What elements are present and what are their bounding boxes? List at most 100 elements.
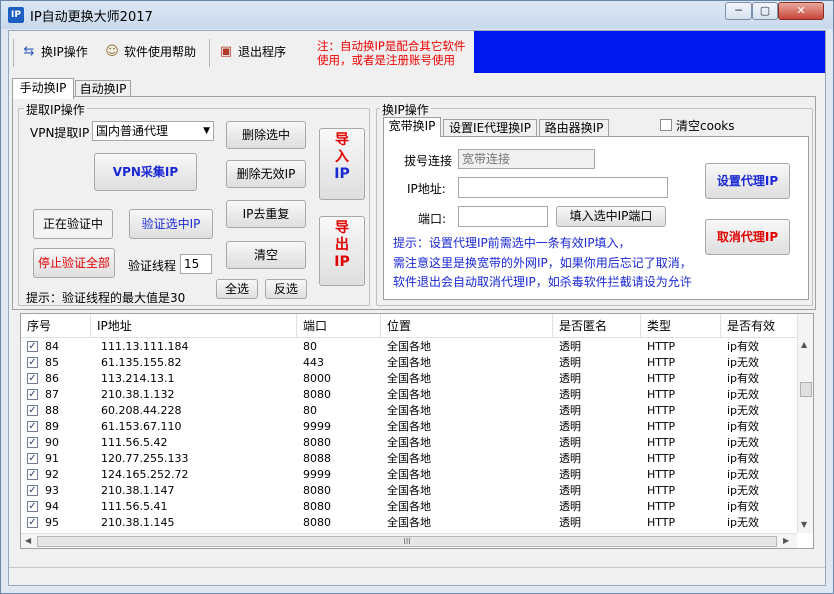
- table-row[interactable]: ✓ 91 120.77.255.133 8088 全国各地 透明 HTTP ip有效: [21, 451, 797, 467]
- horizontal-scrollbar[interactable]: ◀ III ▶: [21, 533, 797, 548]
- table-cell: 94: [45, 500, 59, 513]
- column-header-port[interactable]: 端口: [297, 314, 381, 338]
- table-cell: ip有效: [727, 452, 760, 465]
- scroll-thumb[interactable]: [800, 382, 812, 397]
- invert-select-button[interactable]: 反选: [265, 279, 307, 299]
- select-all-button[interactable]: 全选: [216, 279, 258, 299]
- table-cell: ip无效: [727, 436, 760, 449]
- maximize-button[interactable]: ▢: [752, 2, 778, 20]
- table-cell: ip无效: [727, 388, 760, 401]
- row-checkbox[interactable]: ✓: [27, 437, 38, 448]
- table-row[interactable]: ✓ 93 210.38.1.147 8080 全国各地 透明 HTTP ip无效: [21, 483, 797, 499]
- tab-router[interactable]: 路由器换IP: [539, 119, 609, 136]
- table-cell: HTTP: [647, 500, 676, 513]
- dial-label: 拔号连接: [404, 154, 453, 168]
- table-cell: ip无效: [727, 468, 760, 481]
- table-row[interactable]: ✓ 95 210.38.1.145 8080 全国各地 透明 HTTP ip无效: [21, 515, 797, 531]
- port-input[interactable]: [458, 206, 548, 227]
- scroll-down-icon[interactable]: ▼: [801, 520, 807, 529]
- table-cell: 透明: [559, 436, 581, 449]
- table-cell: HTTP: [647, 372, 676, 385]
- column-header-valid[interactable]: 是否有效: [721, 314, 797, 338]
- table-row[interactable]: ✓ 86 113.214.13.1 8000 全国各地 透明 HTTP ip有效: [21, 371, 797, 387]
- table-cell: 透明: [559, 516, 581, 529]
- exit-button[interactable]: ▣ 退出程序: [218, 41, 286, 63]
- row-checkbox[interactable]: ✓: [27, 517, 38, 528]
- verifying-button[interactable]: 正在验证中: [33, 209, 113, 239]
- column-header-ip[interactable]: IP地址: [91, 314, 297, 338]
- scroll-left-icon[interactable]: ◀: [25, 536, 31, 545]
- dedupe-button[interactable]: IP去重复: [226, 200, 306, 228]
- export-ip-button[interactable]: 导 出 IP: [319, 216, 365, 286]
- row-checkbox[interactable]: ✓: [27, 405, 38, 416]
- stop-verify-button[interactable]: 停止验证全部: [33, 248, 115, 278]
- row-checkbox[interactable]: ✓: [27, 469, 38, 480]
- row-checkbox[interactable]: ✓: [27, 501, 38, 512]
- table-cell: 8080: [303, 436, 331, 449]
- column-header-anonymous[interactable]: 是否匿名: [553, 314, 641, 338]
- table-row[interactable]: ✓ 94 111.56.5.41 8080 全国各地 透明 HTTP ip有效: [21, 499, 797, 515]
- vpn-type-select[interactable]: 国内普通代理 ▼: [92, 121, 214, 141]
- row-checkbox[interactable]: ✓: [27, 357, 38, 368]
- hscroll-thumb[interactable]: III: [37, 536, 777, 547]
- row-checkbox[interactable]: ✓: [27, 421, 38, 432]
- vertical-scrollbar[interactable]: ▲ ▼: [797, 314, 813, 533]
- clear-cookies-checkbox[interactable]: [660, 119, 672, 131]
- scroll-right-icon[interactable]: ▶: [783, 536, 789, 545]
- table-cell: 透明: [559, 500, 581, 513]
- vpn-collect-button[interactable]: VPN采集IP: [94, 153, 197, 191]
- table-row[interactable]: ✓ 87 210.38.1.132 8080 全国各地 透明 HTTP ip无效: [21, 387, 797, 403]
- row-checkbox[interactable]: ✓: [27, 485, 38, 496]
- table-row[interactable]: ✓ 90 111.56.5.42 8080 全国各地 透明 HTTP ip无效: [21, 435, 797, 451]
- column-header-type[interactable]: 类型: [641, 314, 721, 338]
- delete-invalid-button[interactable]: 删除无效IP: [226, 160, 306, 188]
- delete-selected-button[interactable]: 删除选中: [226, 121, 306, 149]
- table-row[interactable]: ✓ 92 124.165.252.72 9999 全国各地 透明 HTTP ip无效: [21, 467, 797, 483]
- table-row[interactable]: ✓ 88 60.208.44.228 80 全国各地 透明 HTTP ip无效: [21, 403, 797, 419]
- row-checkbox[interactable]: ✓: [27, 373, 38, 384]
- table-cell: 210.38.1.145: [101, 516, 175, 529]
- help-label: 软件使用帮助: [124, 45, 197, 59]
- tab-auto-switch[interactable]: 自动换IP: [75, 80, 131, 97]
- ip-list[interactable]: 序号 IP地址 端口 位置 是否匿名 类型 是否有效 ✓ 84 111.13.111…: [20, 313, 814, 549]
- table-cell: 全国各地: [387, 420, 431, 433]
- table-cell: 透明: [559, 404, 581, 417]
- table-cell: 443: [303, 356, 324, 369]
- clear-button[interactable]: 清空: [226, 241, 306, 269]
- row-checkbox[interactable]: ✓: [27, 389, 38, 400]
- table-cell: 120.77.255.133: [101, 452, 189, 465]
- table-cell: HTTP: [647, 452, 676, 465]
- table-cell: 8080: [303, 516, 331, 529]
- cancel-proxy-button[interactable]: 取消代理IP: [705, 219, 790, 255]
- vpn-label: VPN提取IP: [30, 126, 90, 140]
- table-cell: 8000: [303, 372, 331, 385]
- switch-ip-button[interactable]: ⇆ 换IP操作: [21, 41, 88, 63]
- table-row[interactable]: ✓ 85 61.135.155.82 443 全国各地 透明 HTTP ip无效: [21, 355, 797, 371]
- import-char-3: IP: [334, 166, 350, 182]
- row-checkbox[interactable]: ✓: [27, 341, 38, 352]
- help-button[interactable]: ☺ 软件使用帮助: [104, 41, 196, 63]
- ip-address-input[interactable]: [458, 177, 668, 198]
- tab-manual-switch[interactable]: 手动换IP: [12, 78, 74, 99]
- set-proxy-button[interactable]: 设置代理IP: [705, 163, 790, 199]
- row-checkbox[interactable]: ✓: [27, 453, 38, 464]
- dial-connection-input[interactable]: 宽带连接: [458, 149, 595, 169]
- import-ip-button[interactable]: 导 入 IP: [319, 128, 365, 200]
- table-cell: 84: [45, 340, 59, 353]
- minimize-button[interactable]: ─: [725, 2, 752, 20]
- close-button[interactable]: ✕: [778, 2, 824, 20]
- table-row[interactable]: ✓ 89 61.153.67.110 9999 全国各地 透明 HTTP ip有效: [21, 419, 797, 435]
- table-cell: 全国各地: [387, 356, 431, 369]
- column-header-index[interactable]: 序号: [21, 314, 91, 338]
- tab-broadband[interactable]: 宽带换IP: [383, 117, 441, 137]
- tab-ie-proxy[interactable]: 设置IE代理换IP: [443, 119, 537, 136]
- threads-input[interactable]: 15: [180, 254, 212, 274]
- toolbar-separator: [13, 39, 14, 67]
- scroll-up-icon[interactable]: ▲: [801, 340, 807, 349]
- column-header-location[interactable]: 位置: [381, 314, 553, 338]
- verify-selected-button[interactable]: 验证选中IP: [129, 209, 213, 239]
- table-cell: 全国各地: [387, 516, 431, 529]
- table-row[interactable]: ✓ 84 111.13.111.184 80 全国各地 透明 HTTP ip有效: [21, 339, 797, 355]
- fill-selected-button[interactable]: 填入选中IP端口: [556, 206, 666, 227]
- table-cell: 全国各地: [387, 468, 431, 481]
